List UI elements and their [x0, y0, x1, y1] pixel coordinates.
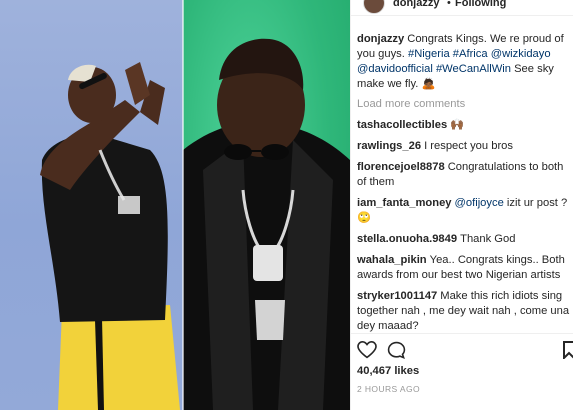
wizkid-figure — [40, 62, 180, 410]
comments-pane: donjazzy • Following donjazzy Congrats Ki… — [350, 0, 573, 410]
davido-figure — [183, 38, 350, 410]
caption: donjazzy Congrats Kings. We re proud of y… — [357, 32, 571, 92]
header-separator: • — [447, 0, 451, 9]
caption-username[interactable]: donjazzy — [357, 33, 404, 45]
hashtag-wecanallwin[interactable]: #WeCanAllWin — [436, 63, 511, 75]
heart-icon[interactable] — [357, 340, 377, 364]
comment-mention[interactable]: @ofijoyce — [455, 197, 504, 209]
comment-item: stryker1001147 Make this rich idiots sing… — [357, 289, 571, 334]
comment-text: I respect you bros — [424, 140, 513, 152]
action-bar — [351, 333, 573, 363]
comment-username[interactable]: rawlings_26 — [357, 140, 421, 152]
load-more-comments-link[interactable]: Load more comments — [357, 98, 571, 110]
comment-item: wahala_pikin Yea.. Congrats kings.. Both … — [357, 253, 571, 283]
comments-list: donjazzy Congrats Kings. We re proud of y… — [357, 32, 571, 340]
comment-username[interactable]: tashacollectibles — [357, 119, 447, 131]
bookmark-icon[interactable] — [563, 341, 573, 364]
comment-text: 🙌🏾 — [450, 119, 465, 131]
comment-text: Thank God — [460, 233, 516, 245]
header-username[interactable]: donjazzy — [393, 0, 439, 9]
post-timestamp: 2 HOURS AGO — [357, 384, 420, 394]
post-photo[interactable] — [0, 0, 350, 410]
photo-left-panel — [0, 0, 183, 410]
likes-count[interactable]: 40,467 likes — [357, 365, 419, 377]
avatar[interactable] — [363, 0, 385, 14]
comment-bubble-icon[interactable] — [387, 341, 406, 365]
comment-item: tashacollectibles 🙌🏾 — [357, 118, 571, 133]
photo-right-panel — [183, 0, 350, 410]
comment-username[interactable]: wahala_pikin — [357, 254, 427, 266]
mention-davidoofficial[interactable]: @davidoofficial — [357, 63, 433, 75]
photo-divider — [182, 0, 184, 410]
comment-item: stella.onuoha.9849 Thank God — [357, 232, 571, 247]
comment-item: iam_fanta_money @ofijoyce izit ur post ? … — [357, 196, 571, 226]
hashtag-africa[interactable]: #Africa — [453, 48, 488, 60]
comment-item: rawlings_26 I respect you bros — [357, 139, 571, 154]
comment-username[interactable]: stella.onuoha.9849 — [357, 233, 457, 245]
hashtag-nigeria[interactable]: #Nigeria — [408, 48, 450, 60]
post-header: donjazzy • Following — [351, 0, 573, 16]
comment-username[interactable]: stryker1001147 — [357, 290, 437, 302]
mention-wizkidayo[interactable]: @wizkidayo — [491, 48, 551, 60]
comment-username[interactable]: florencejoel8878 — [357, 161, 445, 173]
following-button[interactable]: Following — [455, 0, 506, 9]
comment-username[interactable]: iam_fanta_money — [357, 197, 452, 209]
comment-item: florencejoel8878 Congratulations to both … — [357, 160, 571, 190]
